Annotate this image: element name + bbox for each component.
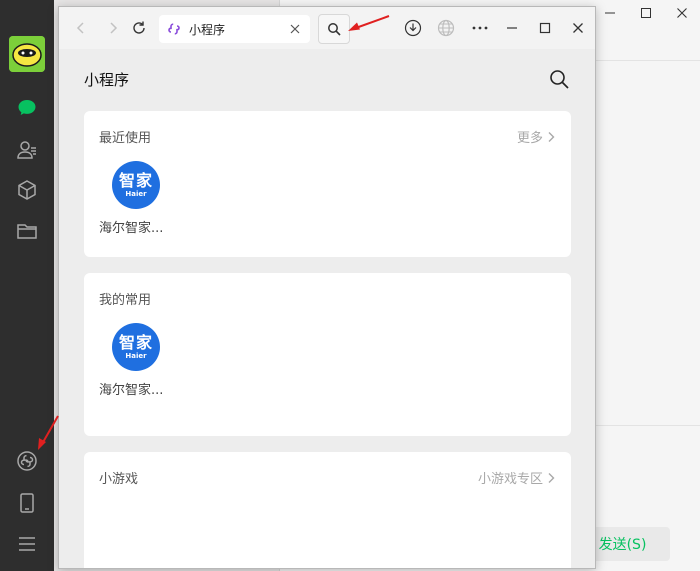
chat-icon[interactable] bbox=[15, 96, 39, 120]
wechat-side-rail bbox=[0, 0, 54, 571]
app-icon-text: 智家 bbox=[118, 332, 153, 352]
app-icon-subtext: Haier bbox=[125, 189, 147, 198]
app-tile-haier-recent[interactable]: 智家 Haier 海尔智家... bbox=[99, 161, 189, 236]
chevron-right-icon bbox=[110, 22, 118, 34]
chevron-right-icon bbox=[548, 131, 555, 142]
maximize-icon[interactable] bbox=[628, 0, 664, 26]
tab-title: 小程序 bbox=[189, 22, 226, 37]
games-zone-link[interactable]: 小游戏专区 bbox=[478, 468, 555, 487]
recent-more-label: 更多 bbox=[516, 131, 543, 146]
download-icon bbox=[404, 19, 422, 37]
chevron-right-icon bbox=[548, 472, 555, 483]
more-dots-icon bbox=[472, 26, 488, 30]
browser-toolbar: 小程序 bbox=[59, 7, 595, 49]
search-icon bbox=[550, 70, 569, 89]
haier-app-icon: 智家 Haier bbox=[112, 161, 160, 209]
close-icon bbox=[573, 23, 583, 33]
globe-button[interactable] bbox=[432, 14, 460, 42]
more-button[interactable] bbox=[466, 14, 494, 42]
favorites-section-title: 我的常用 bbox=[99, 293, 152, 308]
close-button[interactable] bbox=[564, 14, 592, 42]
close-icon bbox=[290, 24, 300, 34]
app-tile-haier-favorite[interactable]: 智家 Haier 海尔智家... bbox=[99, 323, 189, 398]
haier-app-icon: 智家 Haier bbox=[112, 323, 160, 371]
menu-icon[interactable] bbox=[15, 532, 39, 556]
close-icon[interactable] bbox=[664, 0, 700, 26]
recent-section-title: 最近使用 bbox=[99, 131, 152, 146]
maximize-button[interactable] bbox=[531, 14, 559, 42]
download-button[interactable] bbox=[399, 14, 427, 42]
search-button[interactable] bbox=[548, 68, 570, 90]
minimize-button[interactable] bbox=[498, 14, 526, 42]
games-zone-label: 小游戏专区 bbox=[477, 472, 543, 487]
search-icon bbox=[328, 23, 341, 36]
back-button[interactable] bbox=[67, 14, 95, 42]
minimize-icon[interactable] bbox=[592, 0, 628, 26]
maximize-icon bbox=[539, 22, 551, 34]
globe-icon bbox=[437, 19, 455, 37]
app-name: 海尔智家... bbox=[99, 221, 164, 236]
games-section-title: 小游戏 bbox=[99, 472, 139, 487]
forward-button[interactable] bbox=[99, 14, 127, 42]
mini-program-window: 小程序 小程序 最近使用 更多 智家 Haier 海尔智家... 我的常用 智家… bbox=[58, 6, 596, 569]
mini-program-tab-icon bbox=[168, 23, 180, 35]
app-icon-text: 智家 bbox=[118, 170, 153, 190]
refresh-icon bbox=[133, 21, 145, 34]
app-icon-subtext: Haier bbox=[125, 351, 147, 360]
contacts-icon[interactable] bbox=[15, 138, 39, 162]
app-name: 海尔智家... bbox=[99, 383, 164, 398]
avatar[interactable] bbox=[9, 36, 45, 72]
refresh-button[interactable] bbox=[125, 14, 153, 42]
page-title: 小程序 bbox=[84, 71, 130, 89]
mini-program-icon[interactable] bbox=[15, 449, 39, 473]
main-window-controls bbox=[592, 0, 700, 26]
tab-close-button[interactable] bbox=[284, 18, 306, 40]
cube-icon[interactable] bbox=[15, 178, 39, 202]
tab-mini-program[interactable]: 小程序 bbox=[159, 15, 310, 43]
recent-section-card: 最近使用 更多 智家 Haier 海尔智家... bbox=[84, 111, 571, 257]
minimize-icon bbox=[507, 27, 517, 29]
folder-icon[interactable] bbox=[15, 219, 39, 243]
chevron-left-icon bbox=[76, 22, 84, 34]
favorites-section-card: 我的常用 智家 Haier 海尔智家... bbox=[84, 273, 571, 436]
annotation-arrow-icon bbox=[38, 415, 59, 450]
phone-icon[interactable] bbox=[15, 491, 39, 515]
games-section-card: 小游戏 小游戏专区 bbox=[84, 452, 571, 568]
recent-more-link[interactable]: 更多 bbox=[517, 127, 555, 146]
annotation-arrow-icon bbox=[348, 15, 390, 31]
